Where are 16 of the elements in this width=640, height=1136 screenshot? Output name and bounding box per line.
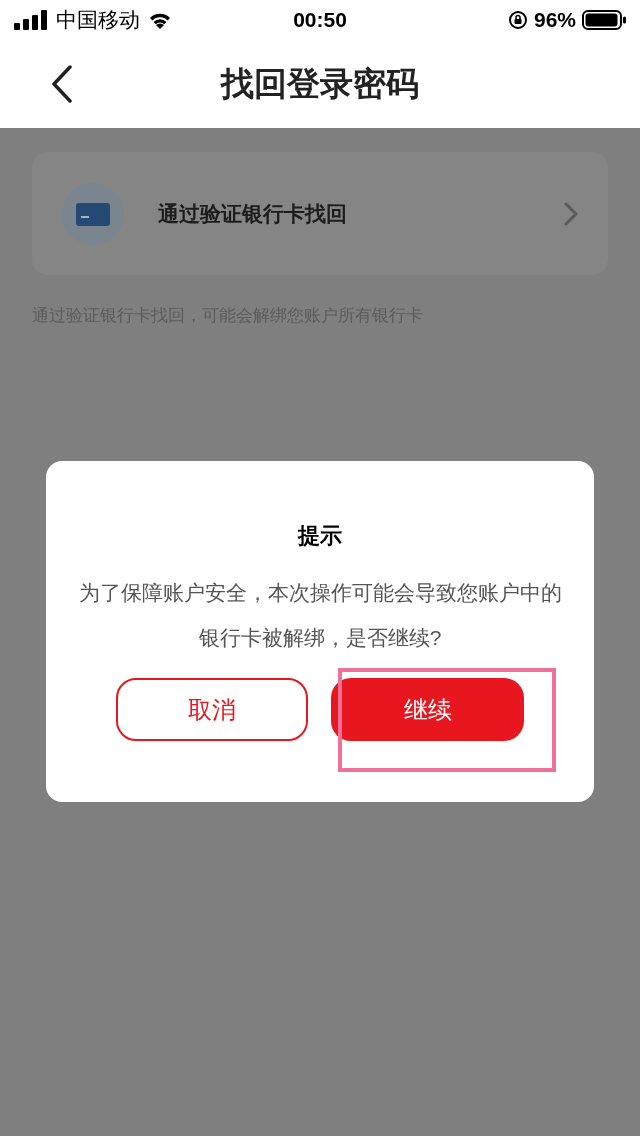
dialog-title: 提示 [298, 522, 342, 550]
rotation-lock-icon [507, 10, 528, 30]
bank-card-icon [62, 182, 124, 245]
wifi-icon [148, 11, 172, 29]
battery-icon [582, 10, 626, 30]
continue-button[interactable]: 继续 [331, 678, 524, 741]
back-icon [51, 65, 73, 103]
chevron-right-icon [564, 201, 578, 226]
dialog-message: 为了保障账户安全，本次操作可能会导致您账户中的银行卡被解绑，是否继续? [77, 580, 563, 651]
option-card[interactable]: 通过验证银行卡找回 [32, 152, 608, 275]
cancel-button[interactable]: 取消 [116, 678, 308, 741]
signal-icon [14, 10, 48, 30]
battery-percent: 96% [533, 7, 576, 34]
page-title: 找回登录密码 [221, 64, 419, 105]
clock-time: 00:50 [292, 7, 348, 34]
carrier-name: 中国移动 [56, 7, 140, 34]
